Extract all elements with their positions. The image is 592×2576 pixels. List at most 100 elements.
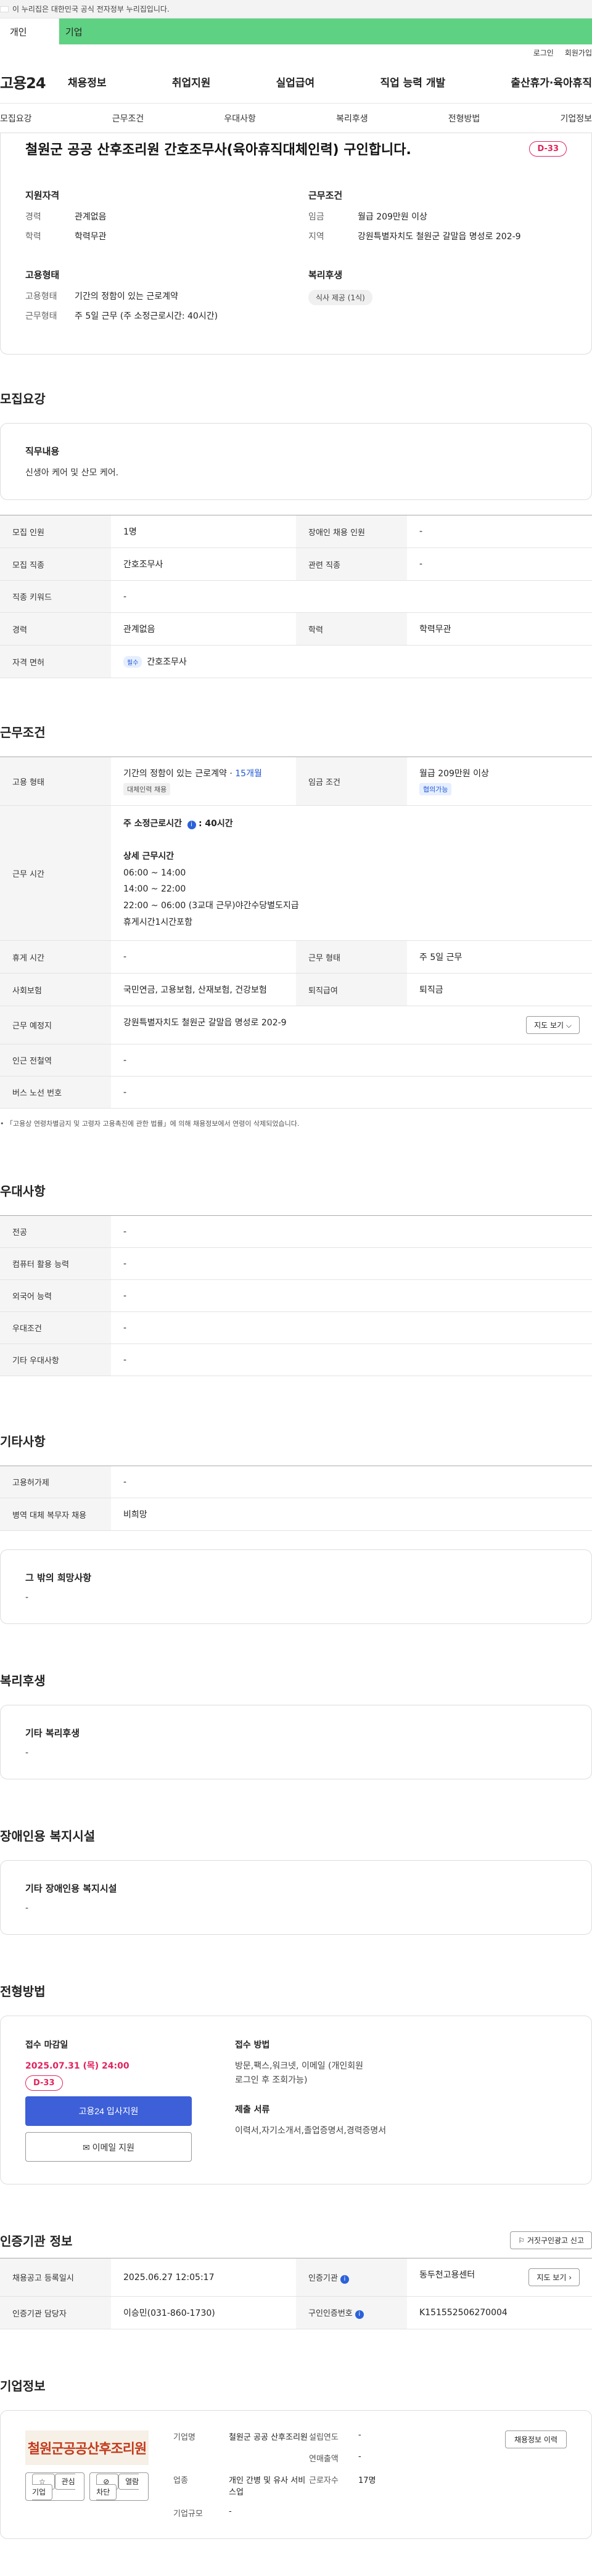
info-icon[interactable]: i <box>355 2310 364 2320</box>
table-header: 모집 인원 <box>0 515 111 548</box>
table-header: 고용허가제 <box>0 1466 111 1499</box>
kv-key: 학력 <box>25 232 41 242</box>
login-link[interactable]: 로그인 <box>533 47 554 58</box>
welfare-box-value: - <box>25 1748 29 1758</box>
work-place: 강원특별자치도 철원군 갈말읍 명성로 202-9 <box>123 1018 287 1028</box>
section-title-work: 근무조건 <box>0 725 46 740</box>
other-wish-title: 그 밖의 희망사항 <box>25 1572 92 1584</box>
company-card: 철원군공공산후조리원 ☆ 관심기업 ⊘ 열람차단 기업명 철원군 공공 산후조리… <box>0 2410 592 2540</box>
agency-org-label: 인증기관 <box>308 2273 338 2283</box>
pref-table: 전공 - 컴퓨터 활용 능력 - 외국어 능력 - 우대조건 - 기타 우대사항 - <box>0 1215 592 1377</box>
docs-value: 이력서,자기소개서,졸업증명서,경력증명서 <box>235 2125 387 2136</box>
kv-key: 근무형태 <box>25 311 57 321</box>
agency-org-value: 동두천고용센터 <box>419 2270 475 2281</box>
table-row: 사회보험 국민연금, 고용보험, 산재보험, 건강보험 퇴직급여 퇴직금 <box>0 973 592 1007</box>
table-cell: 비희망 <box>111 1498 592 1532</box>
summary-conditions: 근무조건 임금 월급 209만원 이상 지역 강원특별자치도 철원군 갈말읍 명성로… <box>308 189 567 250</box>
table-row: 외국어 능력 - <box>0 1279 592 1313</box>
license-value: 간호조무사 <box>147 657 187 667</box>
table-row: 기타 우대사항 - <box>0 1343 592 1377</box>
table-header: 구인인증번호 i <box>296 2296 407 2330</box>
dday-badge: D-33 <box>529 141 567 157</box>
agency-no-label: 구인인증번호 <box>308 2309 353 2319</box>
tab-personal[interactable]: 개인 <box>0 18 59 44</box>
summary-welfare-title: 복리후생 <box>308 269 343 281</box>
tab-company[interactable]: 기업 <box>59 18 592 44</box>
wage-value: 월급 209만원 이상 <box>419 769 489 779</box>
table-row: 모집 직종 간호조무사 관련 직종 - <box>0 548 592 581</box>
kv-value: 주 5일 근무 (주 소정근로시간: 40시간) <box>75 311 218 321</box>
table-header: 고용 형태 <box>0 757 111 806</box>
work-table: 고용 형태 기간의 정함이 있는 근로계약 · 15개월 대체인력 채용 임금 … <box>0 757 592 1109</box>
table-header: 채용공고 등록일시 <box>0 2258 111 2297</box>
table-cell: - <box>111 1076 592 1109</box>
gnb-item-employment-support[interactable]: 취업지원 <box>172 74 211 89</box>
docs-title: 제출 서류 <box>235 2104 270 2115</box>
gnb-item-jobs[interactable]: 채용정보 <box>68 74 107 89</box>
gnb-item-unemployment-benefit[interactable]: 실업급여 <box>276 74 315 89</box>
table-header: 컴퓨터 활용 능력 <box>0 1247 111 1281</box>
agency-map-button[interactable]: 지도 보기 › <box>528 2268 580 2287</box>
table-cell: - <box>111 1343 592 1377</box>
kv-key: 지역 <box>308 232 324 242</box>
table-cell: - <box>111 1466 592 1499</box>
anchor-apply[interactable]: 전형방법 <box>448 112 480 125</box>
apply-button[interactable]: 고용24 입사지원 <box>25 2096 192 2127</box>
table-cell: 퇴직금 <box>407 973 592 1007</box>
summary-employment: 고용형태 고용형태 기간의 정함이 있는 근로계약 근무형태 주 5일 근무 (주 … <box>25 268 284 329</box>
hours-line: 06:00 ~ 14:00 <box>123 868 186 878</box>
job-history-button[interactable]: 채용정보 이력 <box>504 2430 567 2449</box>
anchor-work[interactable]: 근무조건 <box>112 112 144 125</box>
map-view-button[interactable]: 지도 보기 ⌵ <box>526 1016 580 1035</box>
table-cell: K151552506270004 <box>407 2296 592 2330</box>
table-header: 인증기관 담당자 <box>0 2296 111 2330</box>
table-cell: - <box>111 1215 592 1249</box>
disabled-box-title: 기타 장애인용 복지시설 <box>25 1883 117 1895</box>
employment-months: 15개월 <box>235 769 262 779</box>
table-cell: 기간의 정함이 있는 근로계약 · 15개월 대체인력 채용 <box>111 757 296 806</box>
anchor-pref[interactable]: 우대사항 <box>224 112 256 125</box>
signup-link[interactable]: 회원가입 <box>565 47 592 58</box>
main-header: 고용24 채용정보 취업지원 실업급여 직업 능력 개발 출산휴가·육아휴직 <box>0 60 592 104</box>
gnb-item-parental-leave[interactable]: 출산휴가·육아휴직 <box>511 74 592 89</box>
table-cell: 국민연금, 고용보험, 산재보험, 건강보험 <box>111 973 296 1007</box>
block-company-button[interactable]: ⊘ 열람차단 <box>89 2472 149 2501</box>
section-title-agency: 인증기관 정보 <box>0 2234 73 2249</box>
gnb-item-skill-development[interactable]: 직업 능력 개발 <box>380 74 445 89</box>
company-key: 기업명 <box>173 2433 195 2443</box>
company-info-grid: 기업명 철원군 공공 산후조리원 설립연도 - 연매출액 - 업종 개인 간병 … <box>173 2430 451 2519</box>
report-fake-ad-button[interactable]: ⚐ 거짓구인광고 신고 <box>510 2231 592 2250</box>
age-note-text: 「고용상 연령차별금지 및 고령자 고용촉진에 관한 법률」에 의해 채용정보에… <box>6 1120 300 1128</box>
duty-text: 신생아 케어 및 산모 케어. <box>25 468 119 478</box>
table-row: 고용 형태 기간의 정함이 있는 근로계약 · 15개월 대체인력 채용 임금 … <box>0 757 592 806</box>
email-apply-label: 이메일 지원 <box>92 2143 134 2153</box>
info-icon[interactable]: i <box>340 2275 349 2284</box>
favorite-company-button[interactable]: ☆ 관심기업 <box>25 2472 85 2501</box>
email-apply-button[interactable]: ✉ 이메일 지원 <box>25 2132 192 2162</box>
table-header: 외국어 능력 <box>0 1279 111 1313</box>
apply-method-block: 접수 방법 방문,팩스,워크넷, 이메일 (개인회원 로그인 후 조회가능) 제… <box>235 2038 386 2162</box>
hours-line: 휴게시간1시간포함 <box>123 917 192 927</box>
table-row: 우대조건 - <box>0 1311 592 1345</box>
info-icon[interactable]: i <box>187 821 196 829</box>
deadline-value: 2025.07.31 (목) 24:00 <box>25 2061 130 2072</box>
duty-card: 직무내용 신생아 케어 및 산모 케어. <box>0 423 592 500</box>
section-title-company: 기업정보 <box>0 2379 46 2394</box>
util-links: 로그인 회원가입 <box>0 44 592 60</box>
table-cell: 필수 간호조무사 <box>111 645 592 678</box>
gov-banner: 이 누리집은 대한민국 공식 전자정부 누리집입니다. <box>0 0 592 18</box>
anchor-welfare[interactable]: 복리후생 <box>336 112 368 125</box>
anchor-recruit[interactable]: 모집요강 <box>0 112 32 125</box>
kv-key: 임금 <box>308 212 324 222</box>
table-cell: 주 소정근로시간 i : 40시간 상세 근무시간 06:00 ~ 14:00 … <box>111 805 592 941</box>
table-cell: - <box>111 1247 592 1281</box>
table-row: 채용공고 등록일시 2025.06.27 12:05:17 인증기관 i 동두천고… <box>0 2258 592 2297</box>
site-logo[interactable]: 고용24 <box>0 71 68 92</box>
section-title-disabled: 장애인용 복지시설 <box>0 1829 96 1844</box>
anchor-company[interactable]: 기업정보 <box>560 112 592 125</box>
table-header: 근무 시간 <box>0 805 111 941</box>
table-header: 장애인 채용 인원 <box>296 515 407 548</box>
table-row: 컴퓨터 활용 능력 - <box>0 1247 592 1281</box>
gov-banner-text: 이 누리집은 대한민국 공식 전자정부 누리집입니다. <box>12 5 170 14</box>
table-cell: - <box>111 1279 592 1313</box>
